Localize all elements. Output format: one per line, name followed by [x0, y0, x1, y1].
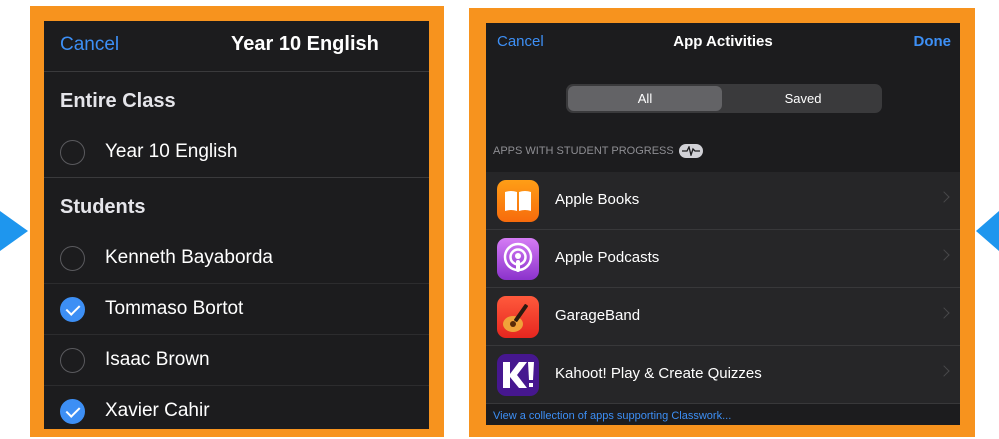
kahoot-icon [497, 354, 539, 396]
chevron-right-icon [938, 191, 950, 203]
student-name: Kenneth Bayaborda [105, 247, 273, 268]
section-caption-text: APPS WITH STUDENT PROGRESS [493, 145, 674, 157]
classwork-apps-link[interactable]: View a collection of apps supporting Cla… [493, 410, 731, 422]
left-arrow-icon [0, 211, 28, 251]
section-header-entire-class: Entire Class [60, 90, 176, 112]
apple-books-icon [497, 180, 539, 222]
segment-all[interactable]: All [568, 86, 722, 111]
garageband-icon [497, 296, 539, 338]
done-button[interactable]: Done [914, 33, 952, 50]
radio-unchecked-icon[interactable] [60, 246, 85, 271]
section-header-students: Students [60, 196, 146, 218]
section-caption: APPS WITH STUDENT PROGRESS [493, 144, 703, 158]
class-row[interactable]: Year 10 English [44, 127, 429, 178]
app-row[interactable]: Kahoot! Play & Create Quizzes [486, 346, 960, 404]
apple-podcasts-icon [497, 238, 539, 280]
class-label: Year 10 English [105, 141, 238, 162]
segmented-control: All Saved [566, 84, 882, 113]
student-name: Xavier Cahir [105, 400, 210, 421]
right-arrow-icon [976, 211, 999, 251]
page-title: Year 10 English [231, 33, 379, 55]
page-title: App Activities [673, 33, 773, 50]
student-row[interactable]: Isaac Brown [44, 335, 429, 386]
checkmark-circle-icon[interactable] [60, 297, 85, 322]
student-name: Tommaso Bortot [105, 298, 244, 319]
left-screenshot-frame: Cancel Year 10 English Entire Class Year… [30, 6, 444, 437]
chevron-right-icon [938, 249, 950, 261]
checkmark-circle-icon[interactable] [60, 399, 85, 424]
app-name: Apple Podcasts [555, 249, 660, 266]
radio-unchecked-icon[interactable] [60, 140, 85, 165]
app-row[interactable]: Apple Books [486, 172, 960, 230]
student-name: Isaac Brown [105, 349, 210, 370]
navigation-bar: Cancel Year 10 English [44, 21, 429, 72]
student-row[interactable]: Xavier Cahir [44, 386, 429, 429]
student-row[interactable]: Tommaso Bortot [44, 284, 429, 335]
activity-pulse-icon [678, 144, 703, 158]
student-row[interactable]: Kenneth Bayaborda [44, 233, 429, 284]
right-screenshot-frame: Cancel App Activities Done All Saved APP… [469, 8, 975, 437]
app-name: Apple Books [555, 191, 640, 208]
app-name: Kahoot! Play & Create Quizzes [555, 365, 762, 382]
app-list: Apple Books Apple Podcasts GarageBand Ka… [486, 172, 960, 404]
app-row[interactable]: Apple Podcasts [486, 230, 960, 288]
app-activities-panel: Cancel App Activities Done All Saved APP… [486, 23, 960, 425]
chevron-right-icon [938, 365, 950, 377]
cancel-button[interactable]: Cancel [60, 34, 119, 56]
navigation-bar: Cancel App Activities Done [486, 23, 960, 68]
app-row[interactable]: GarageBand [486, 288, 960, 346]
select-students-panel: Cancel Year 10 English Entire Class Year… [44, 21, 429, 429]
segment-saved[interactable]: Saved [726, 86, 880, 111]
chevron-right-icon [938, 307, 950, 319]
radio-unchecked-icon[interactable] [60, 348, 85, 373]
app-name: GarageBand [555, 307, 641, 324]
